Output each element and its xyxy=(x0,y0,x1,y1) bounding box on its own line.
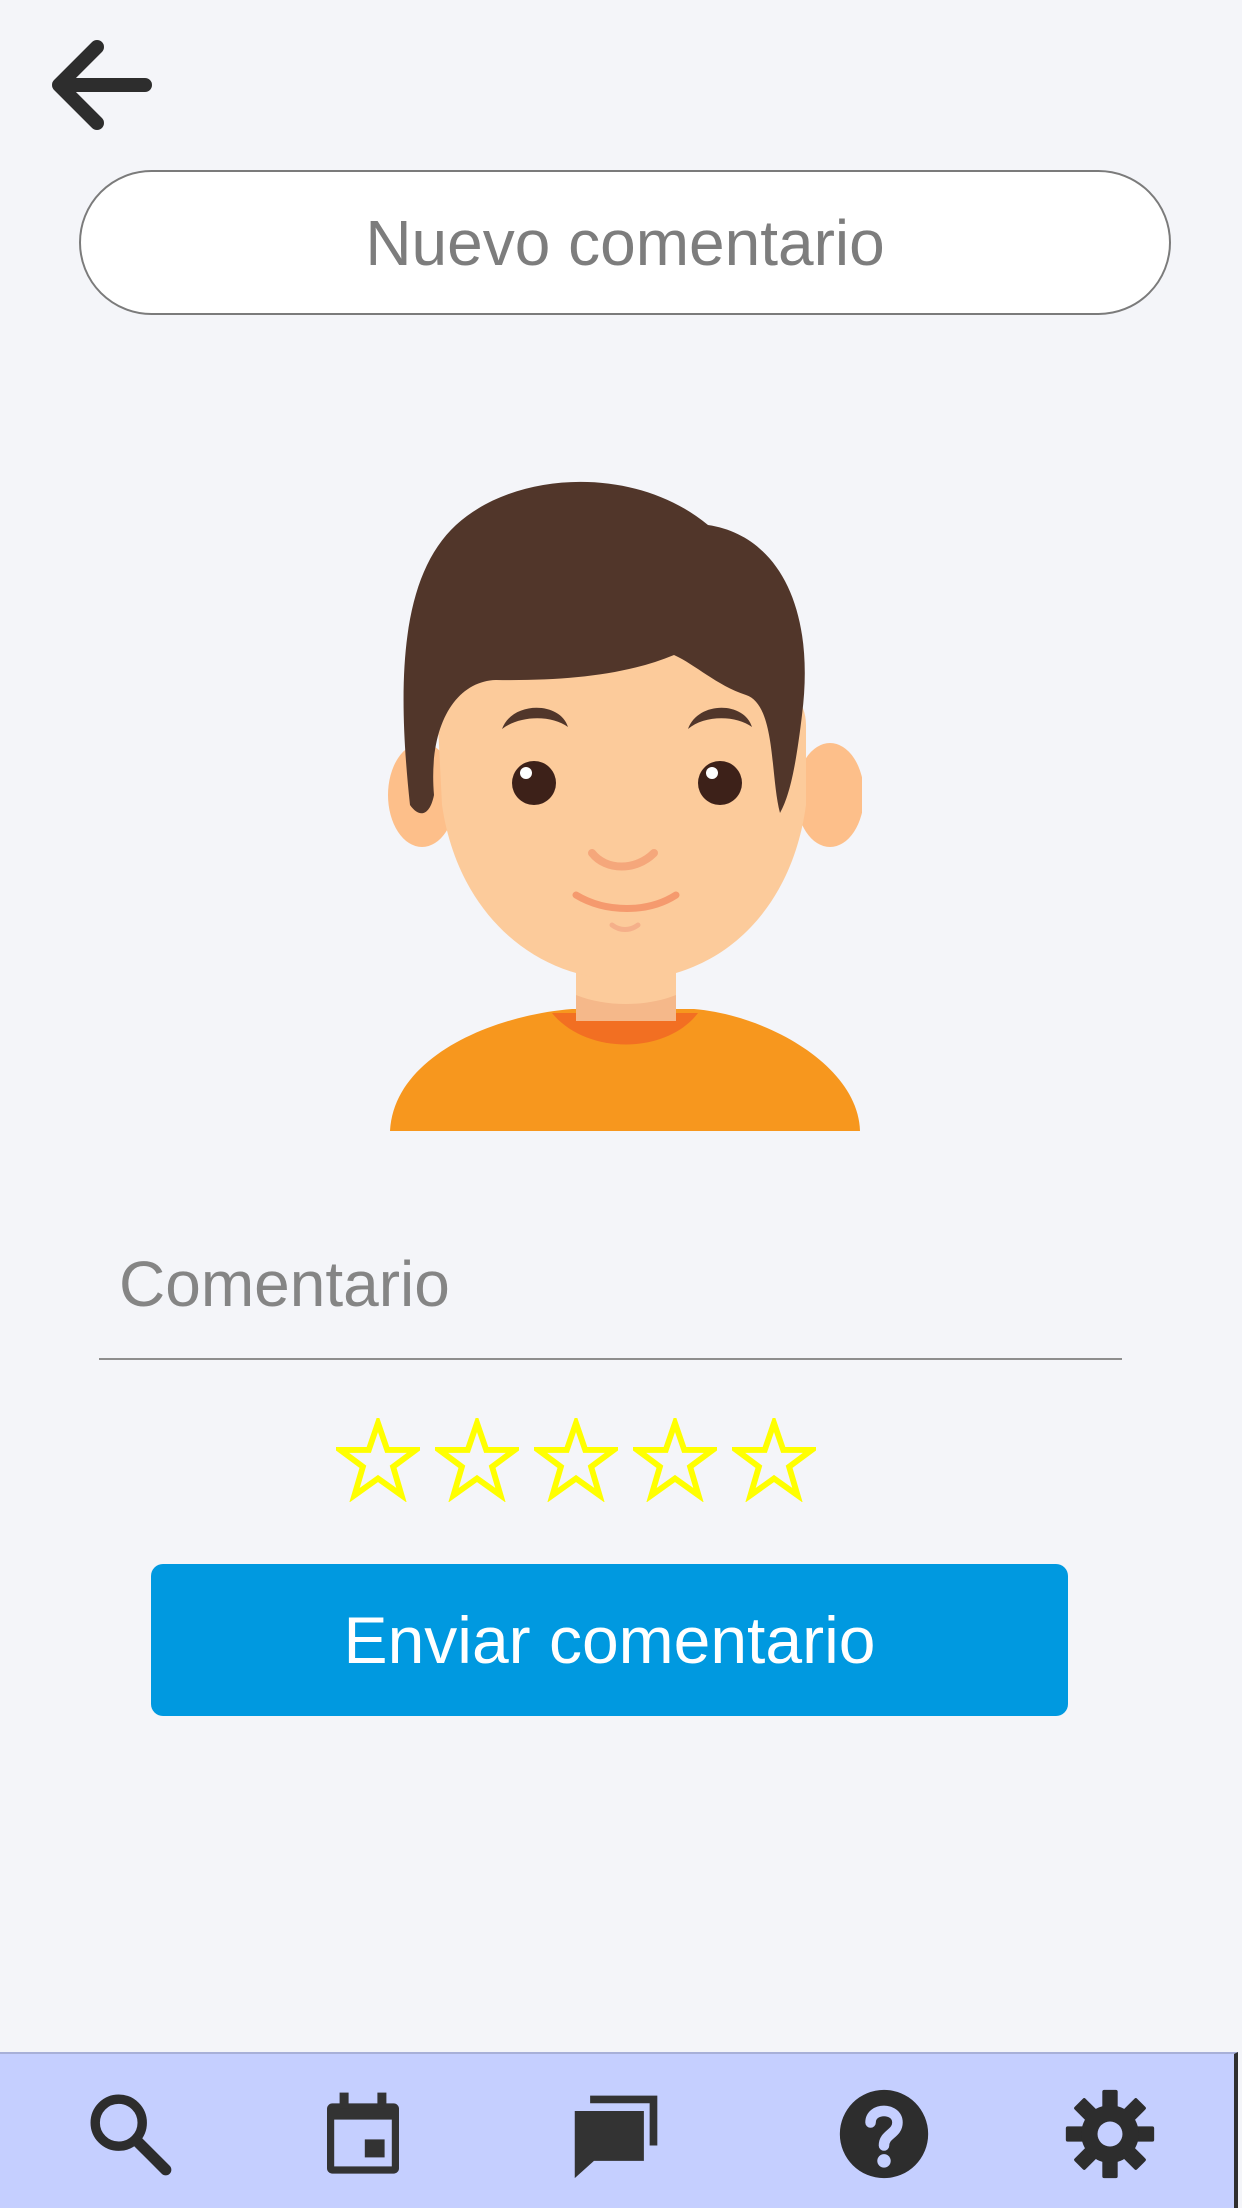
nav-item-help[interactable] xyxy=(834,2084,934,2184)
nav-item-chat[interactable] xyxy=(567,2084,667,2184)
page-title-text: Nuevo comentario xyxy=(365,206,885,279)
send-comment-label: Enviar comentario xyxy=(343,1603,876,1677)
comment-input[interactable] xyxy=(99,1210,1122,1360)
search-icon xyxy=(90,2094,172,2176)
star-outline-icon[interactable] xyxy=(534,1418,618,1502)
nav-item-calendar[interactable] xyxy=(313,2084,413,2184)
page-title: Nuevo comentario xyxy=(79,170,1171,315)
star-rating[interactable] xyxy=(336,1415,816,1505)
gear-icon xyxy=(1065,2089,1155,2179)
star-outline-icon[interactable] xyxy=(732,1418,816,1502)
nav-item-search[interactable] xyxy=(80,2084,180,2184)
star-outline-icon[interactable] xyxy=(633,1418,717,1502)
bottom-nav xyxy=(0,2052,1238,2208)
calendar-icon xyxy=(327,2092,399,2174)
chat-icon xyxy=(574,2095,658,2179)
send-comment-button[interactable]: Enviar comentario xyxy=(151,1564,1068,1716)
back-button[interactable] xyxy=(40,30,160,140)
star-outline-icon[interactable] xyxy=(336,1418,420,1502)
star-outline-icon[interactable] xyxy=(435,1418,519,1502)
arrow-left-icon xyxy=(52,40,152,130)
nav-item-settings[interactable] xyxy=(1060,2084,1160,2184)
help-icon xyxy=(839,2089,929,2179)
avatar xyxy=(388,481,862,1131)
